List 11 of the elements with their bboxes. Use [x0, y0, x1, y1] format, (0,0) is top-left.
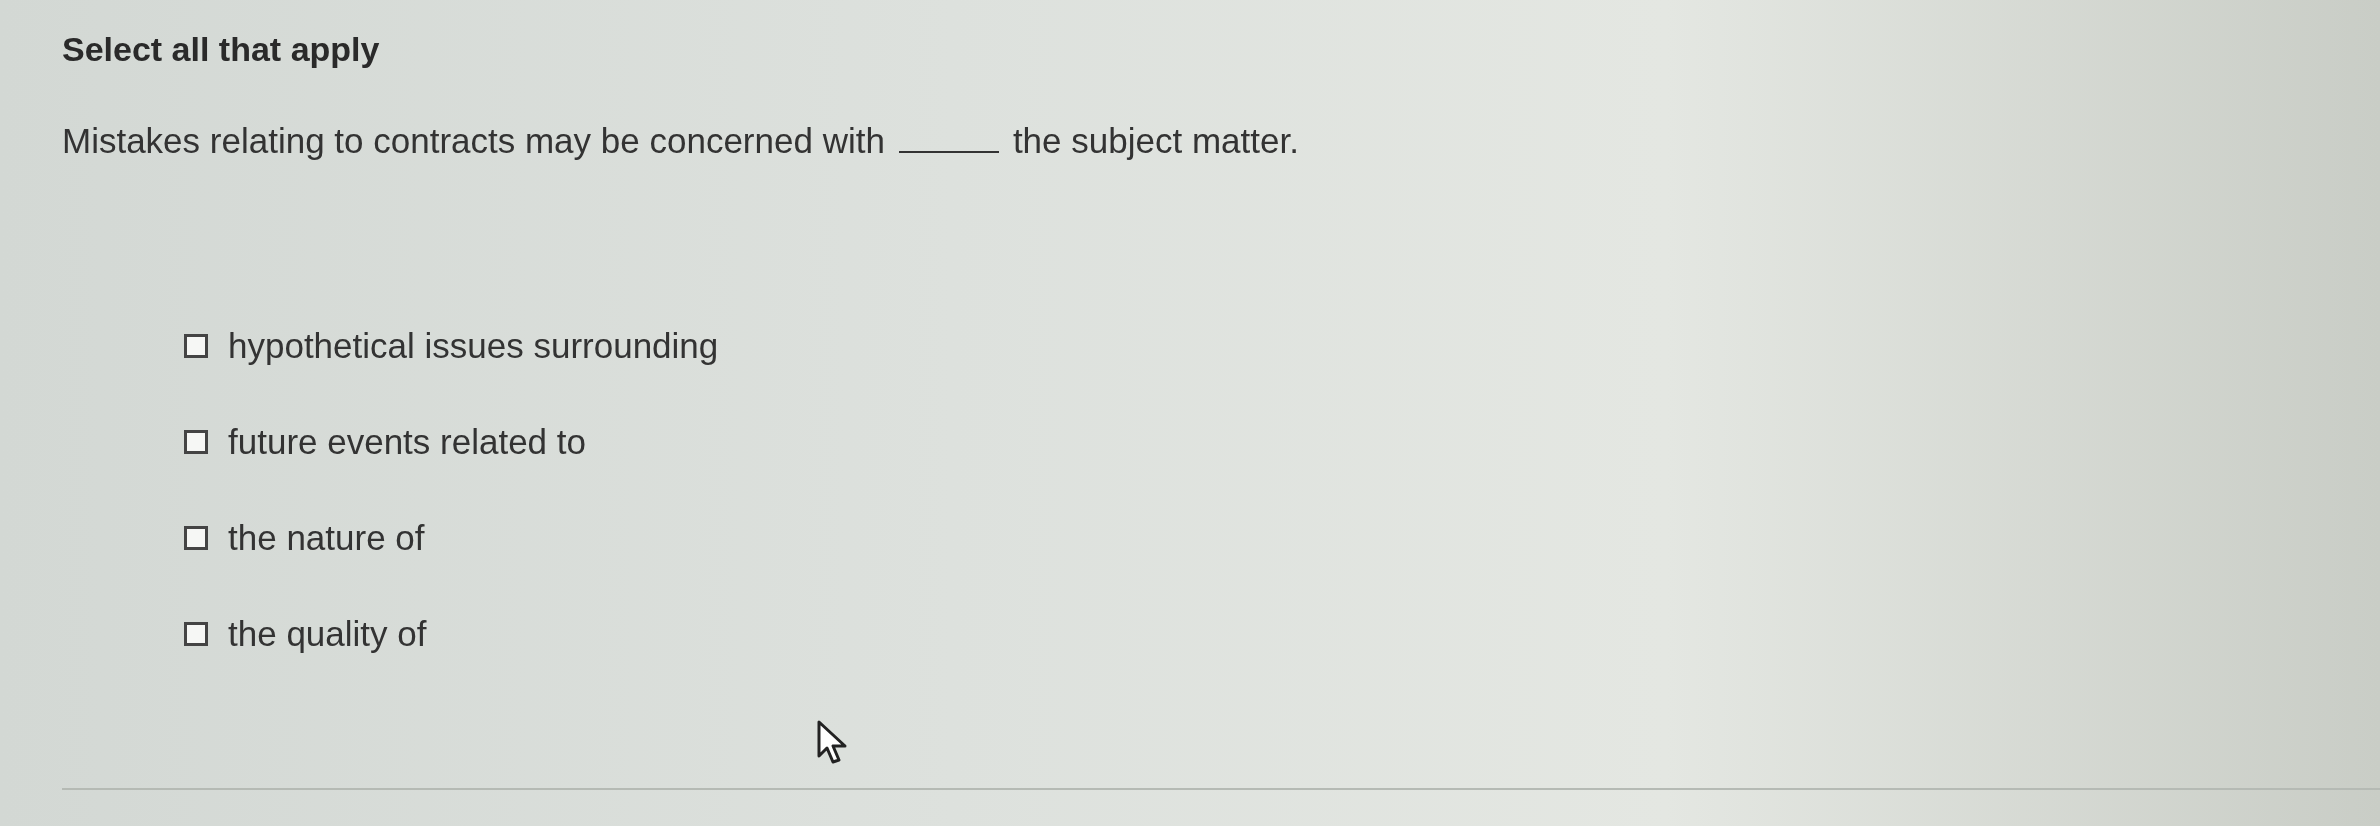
checkbox[interactable] — [184, 430, 208, 454]
checkbox[interactable] — [184, 334, 208, 358]
option-label[interactable]: future events related to — [228, 422, 586, 462]
option-label[interactable]: hypothetical issues surrounding — [228, 326, 719, 366]
checkbox[interactable] — [184, 526, 208, 550]
instruction-heading: Select all that apply — [62, 30, 381, 69]
checkbox[interactable] — [184, 622, 208, 646]
option-label[interactable]: the nature of — [228, 518, 425, 558]
option-label[interactable]: the quality of — [228, 614, 427, 654]
question-text: the subject matter. — [1012, 121, 1299, 161]
question-text: Mistakes relating to contracts may be concerned with — [62, 121, 885, 161]
